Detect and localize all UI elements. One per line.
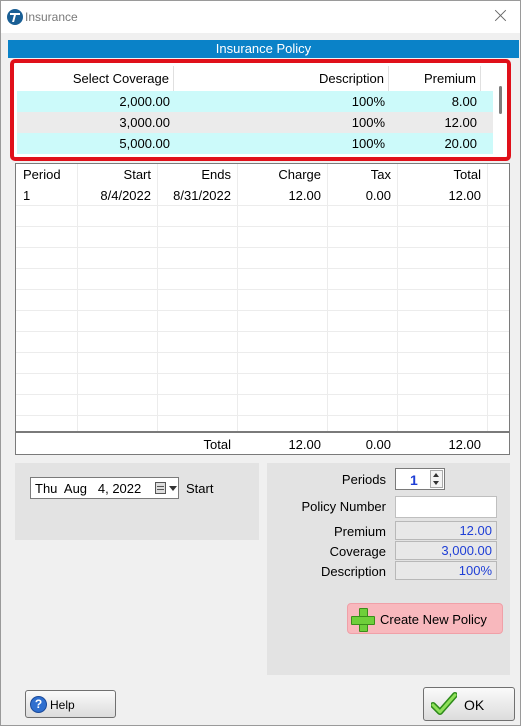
total-total: 12.00 [448, 437, 481, 452]
checkmark-icon [431, 692, 457, 716]
help-icon: ? [30, 696, 47, 713]
premium-cell: 20.00 [444, 136, 477, 151]
empty-row [16, 269, 509, 290]
premium-field: 12.00 [395, 521, 497, 540]
start-cell: 8/4/2022 [100, 188, 151, 203]
calendar-icon[interactable] [155, 482, 166, 494]
description-cell: 100% [351, 115, 385, 130]
window-title: Insurance [25, 10, 78, 24]
coverage-cell: 3,000.00 [119, 115, 170, 130]
insurance-window: Insurance Insurance Policy Select Covera… [0, 0, 521, 726]
empty-row [16, 395, 509, 416]
coverage-row[interactable]: 5,000.00 100% 20.00 [17, 133, 493, 154]
policy-number-input[interactable] [395, 496, 497, 518]
period-grid: Period Start Ends Charge Tax Total 1 8/4… [15, 163, 510, 455]
coverage-field: 3,000.00 [395, 541, 497, 560]
coverage-table-header: Select Coverage Description Premium [17, 66, 493, 91]
policy-header: Insurance Policy [8, 40, 519, 58]
col-header-period[interactable]: Period [16, 164, 77, 185]
description-field: 100% [395, 561, 497, 580]
empty-row [16, 248, 509, 269]
empty-row [16, 290, 509, 311]
policy-form-panel: Periods 1 Policy Number Premium 12.00 Co… [267, 463, 510, 675]
policy-number-label: Policy Number [301, 499, 386, 514]
periods-label: Periods [341, 472, 386, 487]
col-header-select-coverage[interactable]: Select Coverage [17, 66, 174, 91]
coverage-label: Coverage [329, 544, 386, 559]
coverage-row-selected[interactable]: 3,000.00 100% 12.00 [17, 112, 493, 133]
ends-cell: 8/31/2022 [173, 188, 231, 203]
description-cell: 100% [351, 136, 385, 151]
scrollbar-thumb[interactable] [499, 86, 502, 114]
help-button[interactable]: ? Help [25, 690, 116, 718]
col-header-total[interactable]: Total [397, 164, 487, 185]
empty-row [16, 332, 509, 353]
premium-label: Premium [333, 524, 386, 539]
charge-cell: 12.00 [288, 188, 321, 203]
period-grid-header: Period Start Ends Charge Tax Total [16, 164, 509, 185]
col-header-premium[interactable]: Premium [389, 66, 481, 91]
period-cell: 1 [23, 188, 31, 203]
col-header-charge[interactable]: Charge [237, 164, 327, 185]
close-icon[interactable] [492, 7, 510, 25]
create-new-policy-label: Create New Policy [380, 612, 487, 627]
empty-row [16, 227, 509, 248]
create-new-policy-button[interactable]: Create New Policy [347, 603, 503, 634]
periods-stepper[interactable]: 1 [395, 468, 445, 490]
chevron-down-icon[interactable] [169, 486, 177, 491]
coverage-table[interactable]: Select Coverage Description Premium 2,00… [17, 66, 493, 154]
total-cell: 12.00 [448, 188, 481, 203]
help-label: Help [50, 698, 75, 712]
total-tax: 0.00 [365, 437, 391, 452]
period-grid-total-row: Total 12.00 0.00 12.00 [16, 431, 509, 454]
total-charge: 12.00 [288, 437, 321, 452]
premium-cell: 12.00 [444, 115, 477, 130]
coverage-row[interactable]: 2,000.00 100% 8.00 [17, 91, 493, 112]
spinner-arrows-icon[interactable] [430, 470, 443, 488]
ok-label: OK [464, 697, 485, 713]
start-date-picker[interactable]: Thu Aug 4, 2022 [30, 477, 179, 499]
title-bar: Insurance [1, 1, 520, 33]
start-date-panel: Thu Aug 4, 2022 Start [15, 463, 259, 540]
coverage-cell: 2,000.00 [119, 94, 170, 109]
coverage-cell: 5,000.00 [119, 136, 170, 151]
empty-row [16, 311, 509, 332]
ok-button[interactable]: OK [423, 687, 515, 721]
description-label: Description [320, 564, 386, 579]
coverage-scrollbar[interactable] [494, 66, 507, 151]
coverage-table-highlight: Select Coverage Description Premium 2,00… [10, 59, 511, 161]
start-date-value: Thu Aug 4, 2022 [35, 481, 142, 496]
empty-row [16, 353, 509, 374]
tax-cell: 0.00 [365, 188, 391, 203]
total-label: Total [203, 437, 231, 452]
insurance-logo-icon [7, 9, 23, 25]
plus-icon [351, 608, 375, 632]
col-header-start[interactable]: Start [77, 164, 157, 185]
periods-value: 1 [410, 472, 418, 488]
col-header-description[interactable]: Description [174, 66, 389, 91]
start-date-label: Start [186, 481, 214, 496]
col-header-ends[interactable]: Ends [157, 164, 237, 185]
col-header-tax[interactable]: Tax [327, 164, 397, 185]
empty-row [16, 374, 509, 395]
premium-cell: 8.00 [451, 94, 477, 109]
empty-row [16, 206, 509, 227]
description-cell: 100% [351, 94, 385, 109]
table-row[interactable]: 1 8/4/2022 8/31/2022 12.00 0.00 12.00 [16, 185, 509, 206]
